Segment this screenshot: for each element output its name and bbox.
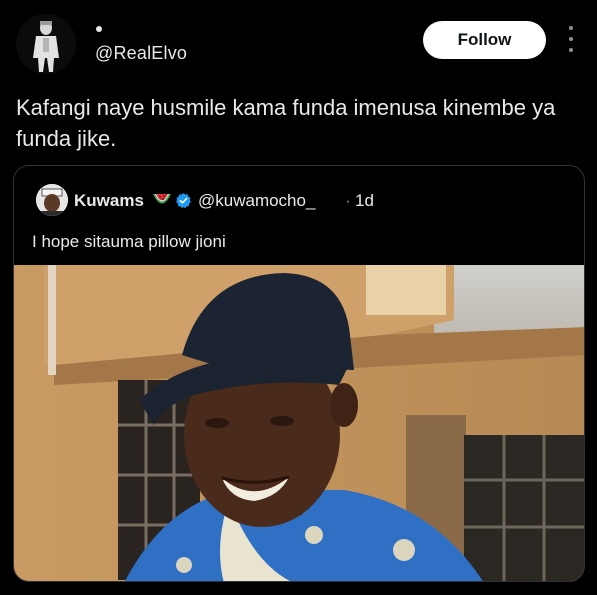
follow-button[interactable]: Follow [423, 21, 546, 59]
quoted-tweet-photo[interactable] [14, 265, 585, 582]
more-dot-2 [569, 37, 573, 41]
tweet-text: Kafangi naye husmile kama funda imenusa … [16, 95, 556, 151]
meta-separator: · [345, 191, 351, 210]
tweet: @RealElvo Follow Kafangi naye husmile ka… [0, 0, 597, 595]
quoted-tweet[interactable]: Kuwams @kuwamocho_ · 1d I hope sitauma p… [13, 165, 585, 582]
author-avatar[interactable] [16, 14, 76, 74]
author-handle[interactable]: @RealElvo [95, 43, 187, 64]
more-dot-3 [569, 48, 573, 52]
more-options-icon[interactable] [562, 26, 580, 52]
quoted-avatar-image [36, 184, 68, 216]
verified-badge-icon [176, 193, 191, 209]
author-avatar-image [16, 14, 76, 74]
quoted-tweet-text: I hope sitauma pillow jioni [32, 232, 226, 251]
watermelon-icon [153, 194, 171, 204]
quoted-timestamp[interactable]: 1d [355, 191, 374, 211]
more-dot-1 [569, 26, 573, 30]
quoted-author-handle[interactable]: @kuwamocho_ [198, 191, 315, 211]
quoted-author-avatar[interactable] [36, 184, 68, 216]
status-dot [96, 26, 102, 32]
quoted-author-name[interactable]: Kuwams [74, 191, 144, 211]
